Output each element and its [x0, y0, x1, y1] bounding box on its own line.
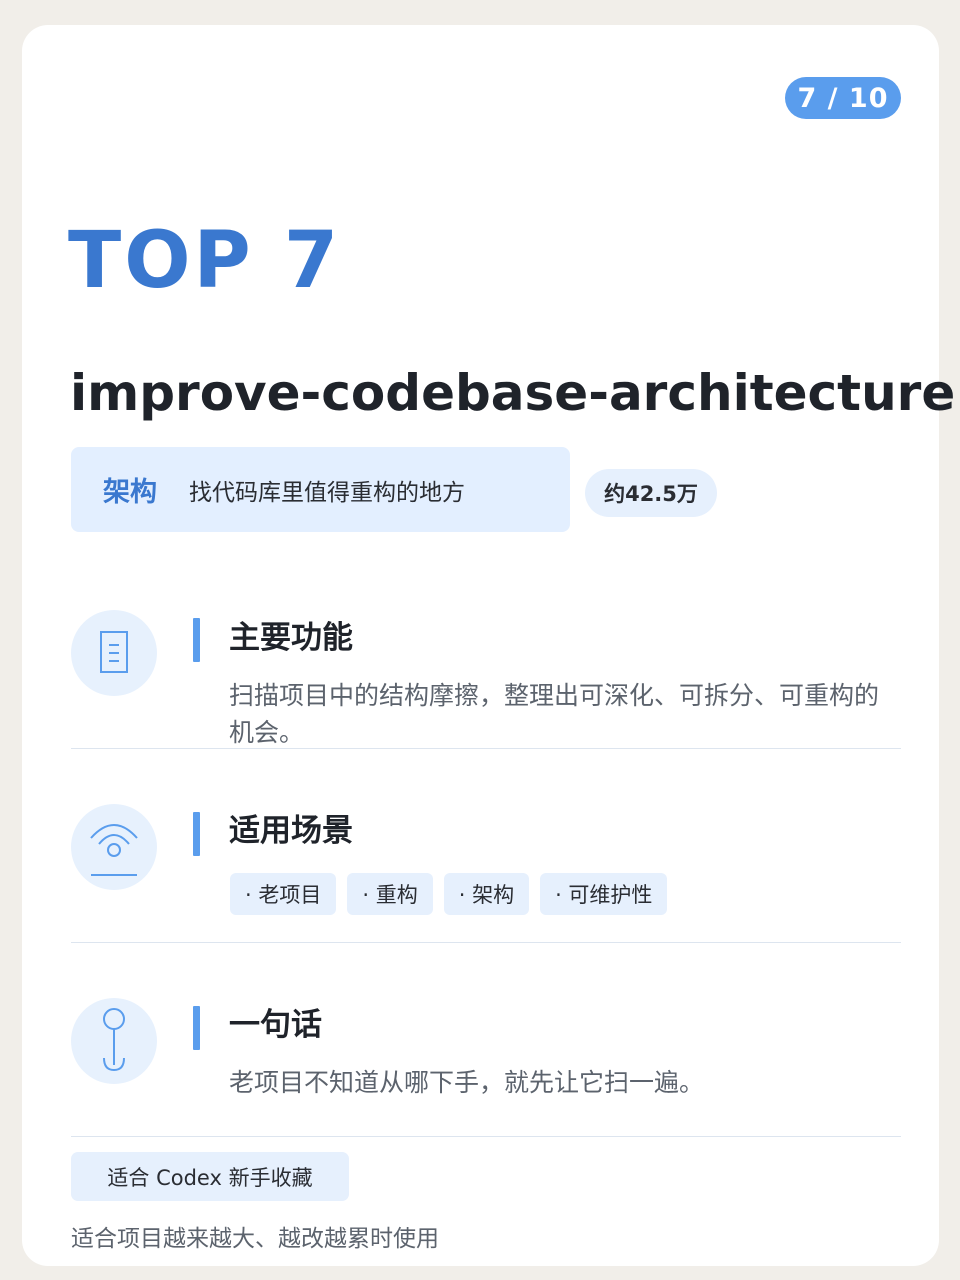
- pin-icon: [71, 998, 157, 1084]
- document-icon: [71, 610, 157, 696]
- tag-item: · 架构: [443, 873, 530, 915]
- section-title-features: 主要功能: [229, 620, 353, 656]
- scenario-tags: · 老项目 · 重构 · 架构 · 可维护性: [230, 873, 668, 915]
- section-title-summary: 一句话: [229, 1007, 322, 1043]
- category-box: 架构 找代码库里值得重构的地方: [71, 447, 570, 532]
- category-description: 找代码库里值得重构的地方: [189, 479, 465, 506]
- footer-note: 适合项目越来越大、越改越累时使用: [71, 1226, 439, 1252]
- section-title-scenarios: 适用场景: [229, 813, 353, 849]
- section-divider: [71, 942, 901, 943]
- tag-item: · 老项目: [230, 873, 337, 915]
- skill-name: improve-codebase-architecture: [70, 364, 956, 422]
- footer-chip: 适合 Codex 新手收藏: [71, 1152, 349, 1201]
- section-accent-bar: [193, 812, 200, 856]
- section-accent-bar: [193, 618, 200, 662]
- rank-heading: TOP 7: [68, 216, 342, 306]
- section-text-summary: 老项目不知道从哪下手，就先让它扫一遍。: [229, 1068, 705, 1097]
- section-divider: [71, 748, 901, 749]
- tag-item: · 重构: [347, 873, 433, 915]
- page-indicator: 7 / 10: [785, 77, 901, 119]
- section-divider: [71, 1136, 901, 1137]
- section-accent-bar: [193, 1006, 200, 1050]
- tag-item: · 可维护性: [540, 873, 668, 915]
- category-label: 架构: [103, 477, 157, 508]
- section-text-features: 扫描项目中的结构摩擦，整理出可深化、可拆分、可重构的机会。: [229, 681, 880, 747]
- install-count-badge: 约42.5万: [585, 469, 717, 517]
- signal-icon: [71, 804, 157, 890]
